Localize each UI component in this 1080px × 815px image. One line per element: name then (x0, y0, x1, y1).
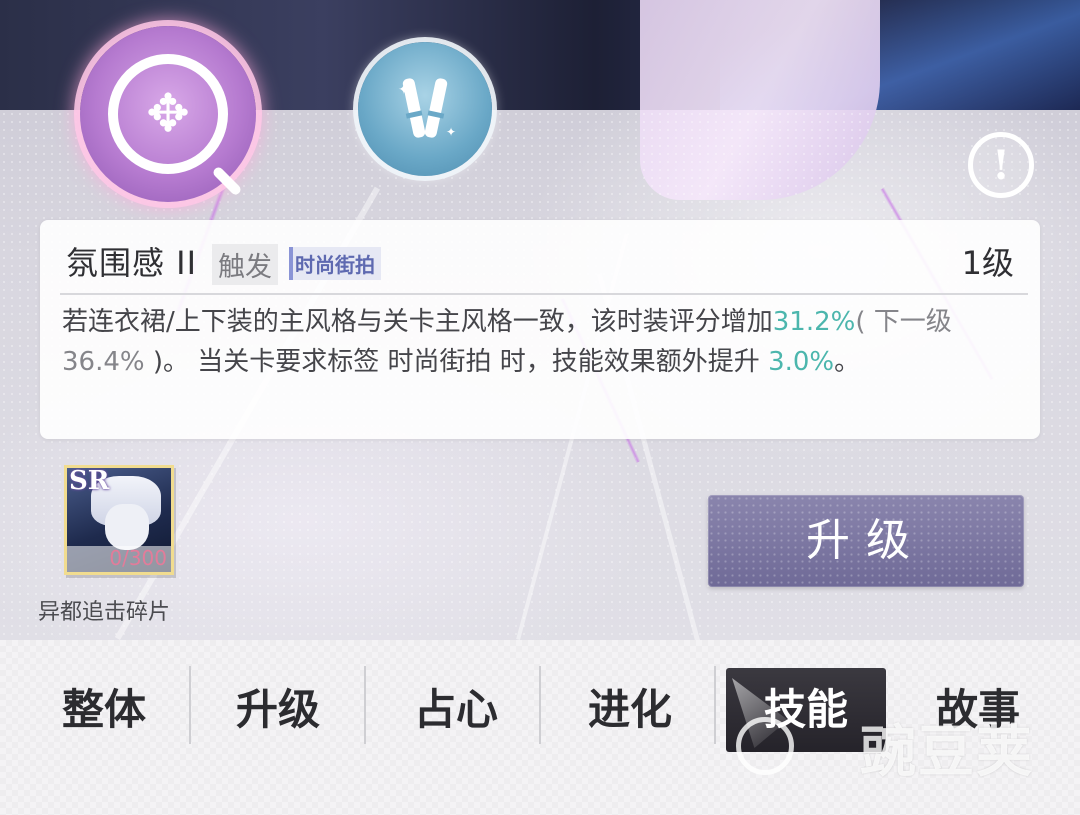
desc-text: ( 下一级 (855, 307, 952, 337)
panel-divider (60, 293, 1028, 295)
crossed-sticks-icon: ✦ ✦ (398, 78, 456, 139)
skill-level: 1级 (961, 244, 1014, 282)
info-button[interactable]: ! (968, 132, 1034, 198)
shard-card[interactable]: SR 0/300 (64, 465, 174, 575)
desc-text: 。 (834, 347, 861, 377)
tab-evolve[interactable]: 进化 (550, 668, 710, 752)
svg-text:✦: ✦ (398, 82, 410, 98)
skill-type-badge: 触发 (212, 244, 278, 285)
desc-text: 若连衣裙/上下装的主风格与关卡主风格一致，该时装评分增加 (62, 307, 773, 337)
skill-detail-panel: 氛围感 II 触发 时尚街拍 1级 若连衣裙/上下装的主风格与关卡主风格一致，该… (40, 220, 1040, 439)
tab-divider (714, 666, 716, 744)
skill-name: 氛围感 II (66, 244, 198, 282)
skill-description: 若连衣裙/上下装的主风格与关卡主风格一致，该时装评分增加31.2%( 下一级 3… (62, 302, 1022, 382)
exclamation-circle-icon: ! (992, 141, 1010, 189)
value-current: 31.2% (772, 307, 856, 337)
shard-count: 0/300 (109, 546, 167, 570)
tab-skills[interactable]: 技能 (726, 668, 886, 752)
tab-divider (539, 666, 541, 744)
value-bonus: 3.0% (768, 347, 835, 377)
tab-divider (364, 666, 366, 744)
value-next: 36.4% (62, 347, 145, 377)
tab-overview[interactable]: 整体 (24, 668, 184, 752)
tab-upgrade[interactable]: 升级 (198, 668, 358, 752)
flower-magnifier-icon: ✥ (108, 54, 228, 174)
skill-icon-second[interactable]: ✦ ✦ (358, 42, 492, 176)
upgrade-button[interactable]: 升级 (708, 495, 1024, 587)
skill-icon-atmosphere[interactable]: ✥ (80, 26, 256, 202)
tab-heart[interactable]: 占心 (376, 668, 536, 752)
bottom-tab-bar: 整体 升级 占心 进化 技能 故事 (0, 640, 1080, 815)
tab-story[interactable]: 故事 (898, 668, 1058, 752)
tab-divider (189, 666, 191, 744)
shard-name: 异都追击碎片 (38, 600, 171, 625)
skill-style-tag: 时尚街拍 (289, 247, 381, 280)
desc-text: )。 当关卡要求标签 时尚街拍 时，技能效果额外提升 (144, 347, 769, 377)
svg-text:✦: ✦ (446, 125, 456, 139)
rarity-badge: SR (69, 466, 110, 496)
